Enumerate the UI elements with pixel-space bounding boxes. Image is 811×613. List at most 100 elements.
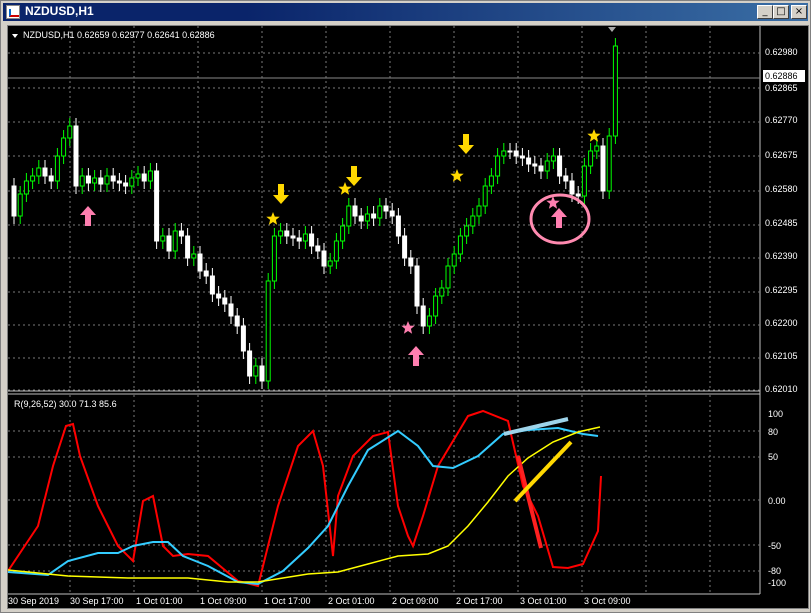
drawn-trendline-cyan <box>503 417 569 436</box>
candle-body <box>284 230 290 237</box>
candle-body <box>513 150 519 157</box>
candle-body <box>315 245 321 252</box>
candle-body <box>67 125 73 139</box>
candle-body <box>185 235 191 259</box>
candle-body <box>395 215 401 237</box>
candle-body <box>544 160 550 172</box>
candle-body <box>377 205 383 219</box>
candle-body <box>135 173 141 179</box>
maximize-button[interactable]: □ <box>773 5 789 19</box>
candle-body <box>296 237 302 242</box>
candle-body <box>495 155 501 177</box>
price-label: 0.62865 <box>765 83 798 93</box>
candle-body <box>464 225 470 237</box>
star-icon <box>266 212 280 225</box>
minimize-button[interactable]: _ <box>757 5 773 19</box>
candle-body <box>302 233 308 242</box>
red-line <box>7 409 602 588</box>
star-icon <box>401 321 415 334</box>
app-icon <box>6 5 20 19</box>
candle-body <box>538 165 544 172</box>
candle-body <box>228 303 234 317</box>
candle-body <box>92 177 98 184</box>
candle-body <box>166 235 172 252</box>
candle-body <box>203 270 209 277</box>
close-button[interactable]: × <box>791 5 807 19</box>
time-label: 2 Oct 09:00 <box>392 596 439 606</box>
chevron-down-icon[interactable] <box>12 34 18 38</box>
candle-body <box>433 295 439 317</box>
candle-body <box>371 213 377 219</box>
price-label: 0.62010 <box>765 384 798 394</box>
candle-body <box>23 180 29 195</box>
candle-body <box>30 175 36 182</box>
candle-body <box>501 150 507 157</box>
candle-body <box>253 365 259 377</box>
candle-body <box>470 215 476 227</box>
candle-body <box>532 163 538 167</box>
candle-body <box>48 175 54 182</box>
candle-body <box>123 182 129 187</box>
candle-body <box>581 165 587 197</box>
candle-body <box>321 250 327 267</box>
candle-body <box>79 175 85 187</box>
candle-body <box>42 167 48 177</box>
candle-body <box>526 157 532 165</box>
price-label: 0.62675 <box>765 150 798 160</box>
candle-body <box>451 253 457 267</box>
terminal-window: NZDUSD,H1 _ □ × 0.62980 0.62886 0.62865 … <box>0 0 811 613</box>
candle-body <box>172 230 178 252</box>
price-label: 0.62105 <box>765 351 798 361</box>
title-bar[interactable]: NZDUSD,H1 _ □ × <box>3 3 808 21</box>
time-label: 2 Oct 01:00 <box>328 596 375 606</box>
time-label: 3 Oct 01:00 <box>520 596 567 606</box>
candle-body <box>216 293 222 299</box>
level-label: 100 <box>768 409 783 419</box>
symbol-info: NZDUSD,H1 0.62659 0.62977 0.62641 0.6288… <box>23 30 215 40</box>
price-label: 0.62295 <box>765 285 798 295</box>
candle-body <box>594 145 600 152</box>
candle-body <box>340 225 346 242</box>
cyan-line <box>7 426 599 586</box>
level-label: 80 <box>768 427 778 437</box>
candle-body <box>265 280 271 382</box>
candle-body <box>98 177 104 185</box>
level-label: -50 <box>768 541 781 551</box>
candle-body <box>488 175 494 187</box>
candle-body <box>482 185 488 207</box>
candle-body <box>606 135 612 192</box>
star-icon <box>587 129 601 142</box>
candle-body <box>259 365 265 382</box>
candle-body <box>550 155 556 162</box>
candle-body <box>358 215 364 222</box>
candle-body <box>519 155 525 159</box>
candle-body <box>414 265 420 307</box>
star-icon <box>338 182 352 195</box>
chart-area[interactable]: 0.62980 0.62886 0.62865 0.62770 0.62675 … <box>7 25 809 609</box>
price-label: 0.62770 <box>765 115 798 125</box>
time-label: 2 Oct 17:00 <box>456 596 503 606</box>
chart-canvas[interactable]: 0.62980 0.62886 0.62865 0.62770 0.62675 … <box>7 26 808 608</box>
price-label: 0.62580 <box>765 184 798 194</box>
candle-body <box>439 287 445 297</box>
candle-body <box>54 155 60 182</box>
price-label: 0.62980 <box>765 47 798 57</box>
candle-body <box>476 205 482 217</box>
candle-body <box>507 150 513 153</box>
candle-body <box>73 125 79 187</box>
candle-body <box>222 297 228 305</box>
indicator-label: R(9,26,52) 30.0 71.3 85.6 <box>14 399 117 409</box>
price-label: 0.62390 <box>765 251 798 261</box>
candle-body <box>575 193 581 197</box>
candle-body <box>352 205 358 217</box>
candle-body <box>420 305 426 327</box>
level-label: 50 <box>768 452 778 462</box>
chart-shift-icon[interactable] <box>608 27 616 32</box>
candle-body <box>85 175 91 184</box>
candle-body <box>247 350 253 377</box>
time-label: 1 Oct 17:00 <box>264 596 311 606</box>
candle-body <box>426 315 432 327</box>
time-label: 1 Oct 09:00 <box>200 596 247 606</box>
current-price-label: 0.62886 <box>765 71 798 81</box>
candle-body <box>563 175 569 182</box>
